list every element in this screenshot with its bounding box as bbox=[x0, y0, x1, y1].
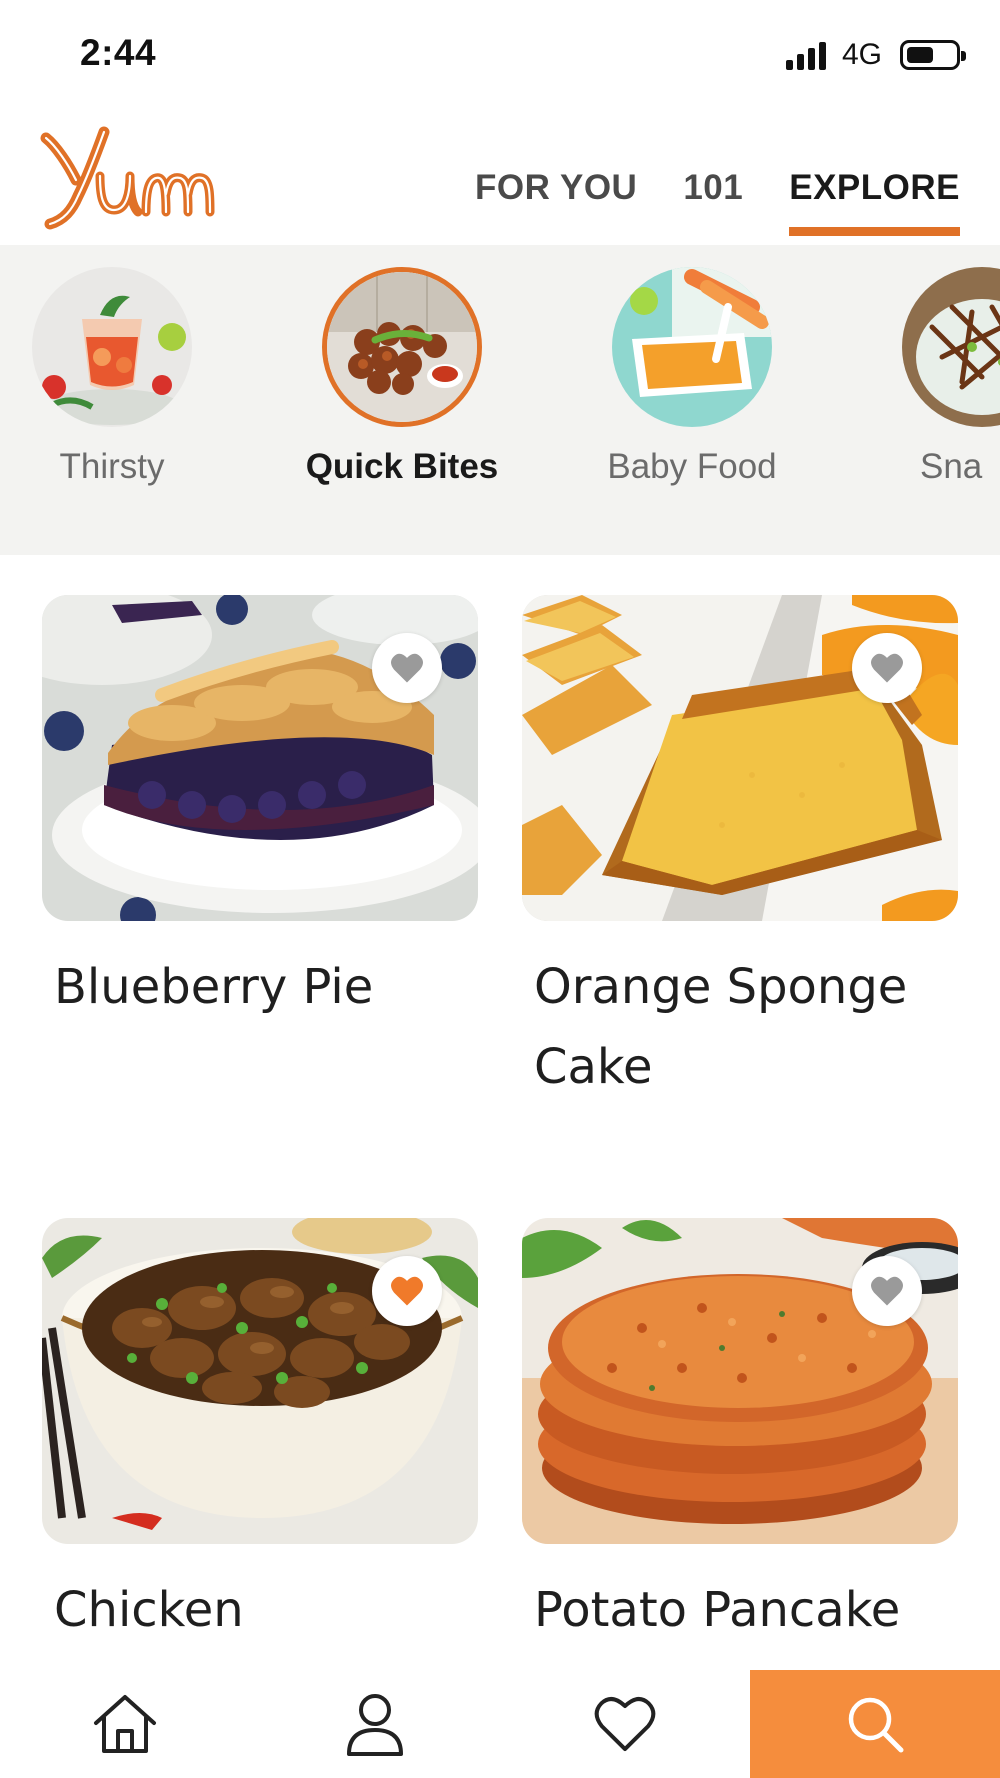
category-label: Thirsty bbox=[59, 447, 165, 486]
category-label: Baby Food bbox=[607, 447, 777, 486]
category-baby-food[interactable]: Baby Food bbox=[592, 267, 792, 487]
network-label: 4G bbox=[841, 38, 882, 71]
signal-icon bbox=[785, 40, 826, 70]
recipe-card[interactable]: Orange Sponge Cake bbox=[522, 595, 958, 1107]
heart-icon bbox=[391, 653, 423, 683]
yum-logo bbox=[40, 126, 215, 230]
search-icon bbox=[848, 1697, 904, 1753]
category-quick-bites[interactable]: Quick Bites bbox=[302, 267, 502, 487]
heart-icon bbox=[391, 1276, 423, 1306]
tab-101[interactable]: 101 bbox=[683, 168, 743, 236]
category-label: Sna bbox=[920, 447, 983, 486]
battery-icon bbox=[900, 40, 966, 70]
status-indicators: 4G bbox=[785, 38, 966, 72]
bottom-nav bbox=[0, 1670, 1000, 1778]
favorite-button[interactable] bbox=[852, 633, 922, 703]
blueberry-pie-photo bbox=[42, 595, 478, 921]
category-carousel[interactable]: Thirsty Quick Bites Baby Food Sna bbox=[0, 245, 1000, 555]
favorite-button[interactable] bbox=[372, 633, 442, 703]
drink-photo bbox=[32, 267, 192, 427]
chicken-stir-fry-photo bbox=[42, 1218, 478, 1544]
recipe-card[interactable]: Potato Pancake bbox=[522, 1218, 958, 1650]
heart-icon bbox=[871, 653, 903, 683]
potato-pancake-photo bbox=[522, 1218, 958, 1544]
favorite-button[interactable] bbox=[372, 1256, 442, 1326]
recipe-card[interactable]: Blueberry Pie bbox=[42, 595, 478, 1027]
puree-photo bbox=[612, 267, 772, 427]
nav-tabs: FOR YOU 101 EXPLORE bbox=[475, 168, 960, 236]
status-time: 2:44 bbox=[80, 32, 157, 73]
recipe-title: Potato Pancake bbox=[534, 1582, 901, 1638]
tab-explore[interactable]: EXPLORE bbox=[789, 168, 960, 236]
nav-search[interactable] bbox=[750, 1670, 1000, 1778]
home-icon bbox=[94, 1695, 156, 1753]
recipe-title: Chicken Mushroom Stir bbox=[54, 1582, 244, 1638]
status-bar: 2:44 4G bbox=[0, 0, 1000, 110]
tab-for-you[interactable]: FOR YOU bbox=[475, 168, 637, 236]
snack-photo bbox=[902, 267, 1000, 427]
orange-cake-photo bbox=[522, 595, 958, 921]
profile-icon bbox=[347, 1694, 403, 1756]
recipe-grid: Blueberry Pie Orange Sponge Cake Chicken… bbox=[0, 555, 1000, 1660]
heart-icon bbox=[871, 1276, 903, 1306]
recipe-title: Blueberry Pie bbox=[54, 959, 374, 1015]
favorite-button[interactable] bbox=[852, 1256, 922, 1326]
app-header: FOR YOU 101 EXPLORE bbox=[0, 110, 1000, 245]
fritters-photo bbox=[322, 267, 482, 427]
nav-favorites[interactable] bbox=[500, 1670, 750, 1778]
nav-home[interactable] bbox=[0, 1670, 250, 1778]
heart-icon bbox=[594, 1697, 656, 1752]
category-thirsty[interactable]: Thirsty bbox=[12, 267, 212, 487]
category-snacks[interactable]: Sna bbox=[882, 267, 1000, 487]
recipe-card[interactable]: Chicken Mushroom Stir bbox=[42, 1218, 478, 1660]
nav-profile[interactable] bbox=[250, 1670, 500, 1778]
category-label: Quick Bites bbox=[305, 447, 499, 486]
recipe-title: Orange Sponge Cake bbox=[534, 959, 908, 1095]
